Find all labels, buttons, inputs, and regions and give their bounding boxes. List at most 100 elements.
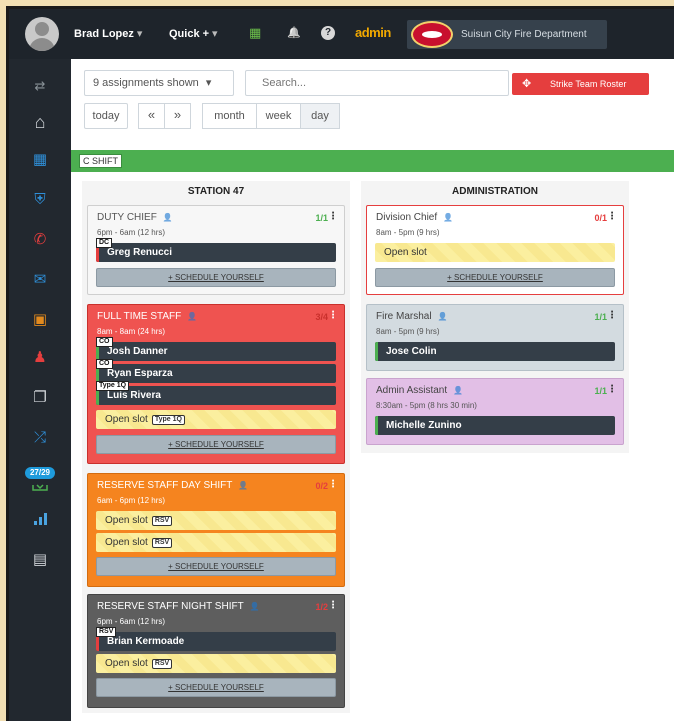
stats-icon[interactable] bbox=[34, 513, 48, 525]
open-slot-label: Open slot bbox=[105, 537, 148, 548]
group-reserve-night-shift: RESERVE STAFF NIGHT SHIFT 👤 1/2 ⋮ 6pm - 6… bbox=[87, 594, 345, 708]
group-duty-chief: DUTY CHIEF 👤 1/1 ⋮ 6pm - 6am (12 hrs) DC … bbox=[87, 205, 345, 295]
group-title-text: RESERVE STAFF NIGHT SHIFT bbox=[97, 601, 244, 612]
group-title: Admin Assistant 👤 bbox=[376, 385, 463, 396]
assignments-label: 9 assignments shown bbox=[93, 77, 199, 89]
role-tag: Type 1Q bbox=[96, 381, 130, 391]
prev-button[interactable]: « bbox=[138, 103, 165, 129]
person-name: Brian Kermoade bbox=[107, 636, 185, 647]
shuffle-icon[interactable]: ⤮ bbox=[9, 429, 71, 447]
bell-icon[interactable]: 🔔 bbox=[287, 25, 301, 41]
assigned-slot[interactable]: Luis Rivera bbox=[96, 386, 336, 405]
group-title-text: Admin Assistant bbox=[376, 385, 448, 396]
open-slot-label: Open slot bbox=[105, 515, 148, 526]
qualification-tag: RSV bbox=[151, 516, 173, 526]
schedule-yourself-button[interactable]: + SCHEDULE YOURSELF bbox=[96, 268, 336, 287]
open-slot[interactable]: Open slot RSV bbox=[96, 654, 336, 673]
person-name: Michelle Zunino bbox=[386, 420, 462, 431]
group-title: DUTY CHIEF 👤 bbox=[97, 212, 173, 223]
person-add-icon[interactable]: 👤 bbox=[163, 213, 173, 222]
group-title-text: FULL TIME STAFF bbox=[97, 311, 182, 322]
transfer-icon[interactable]: ⇄ bbox=[9, 77, 71, 95]
assigned-slot[interactable]: Brian Kermoade bbox=[96, 632, 336, 651]
briefcase-icon[interactable]: ▣ bbox=[9, 311, 71, 329]
next-button[interactable]: » bbox=[164, 103, 191, 129]
phone-icon[interactable]: ✆ bbox=[9, 231, 71, 249]
schedule-yourself-button[interactable]: + SCHEDULE YOURSELF bbox=[96, 435, 336, 454]
group-count: 3/4 bbox=[315, 312, 328, 322]
pending-badge[interactable]: 27/29 bbox=[25, 467, 55, 479]
assignments-dropdown[interactable]: 9 assignments shown ▾ bbox=[84, 70, 234, 96]
help-icon[interactable]: ? bbox=[321, 26, 335, 40]
menu-icon[interactable]: ⋮ bbox=[607, 384, 617, 395]
menu-icon[interactable]: ⋮ bbox=[328, 211, 338, 222]
menu-icon[interactable]: ⋮ bbox=[607, 310, 617, 321]
menu-icon[interactable]: ⋮ bbox=[328, 479, 338, 490]
mail-icon[interactable]: ✉ bbox=[9, 271, 71, 289]
group-hours: 8am - 5pm (9 hrs) bbox=[376, 327, 440, 336]
home-icon[interactable]: ⌂ bbox=[9, 113, 71, 131]
assigned-slot[interactable]: Jose Colin bbox=[375, 342, 615, 361]
group-title: FULL TIME STAFF 👤 bbox=[97, 311, 197, 322]
group-hours: 8am - 5pm (9 hrs) bbox=[376, 228, 440, 237]
assigned-slot[interactable]: Ryan Esparza bbox=[96, 364, 336, 383]
person-add-icon[interactable]: 👤 bbox=[443, 213, 453, 222]
strike-team-roster-button[interactable]: ✥ Strike Team Roster bbox=[512, 73, 649, 95]
admin-link[interactable]: admin bbox=[355, 25, 391, 40]
user-remove-icon[interactable]: ♟ bbox=[9, 349, 71, 367]
avatar-head bbox=[35, 22, 49, 36]
person-add-icon[interactable]: 👤 bbox=[238, 481, 248, 490]
person-add-icon[interactable]: 👤 bbox=[453, 386, 463, 395]
inbox-tray-icon bbox=[32, 484, 48, 491]
open-slot[interactable]: Open slot RSV bbox=[96, 533, 336, 552]
assigned-slot[interactable]: Michelle Zunino bbox=[375, 416, 615, 435]
avatar[interactable] bbox=[25, 17, 59, 51]
menu-icon[interactable]: ⋮ bbox=[328, 310, 338, 321]
menu-icon[interactable]: ⋮ bbox=[328, 600, 338, 611]
department-seal-icon bbox=[411, 21, 453, 48]
group-reserve-day-shift: RESERVE STAFF DAY SHIFT 👤 0/2 ⋮ 6am - 6pm… bbox=[87, 473, 345, 587]
user-menu[interactable]: Brad Lopez ▾ bbox=[74, 27, 142, 40]
person-add-icon[interactable]: 👤 bbox=[438, 312, 448, 321]
assigned-slot[interactable]: Greg Renucci bbox=[96, 243, 336, 262]
user-menu-caret: ▾ bbox=[136, 28, 143, 40]
group-division-chief: Division Chief 👤 0/1 ⋮ 8am - 5pm (9 hrs) … bbox=[366, 205, 624, 295]
day-view-button[interactable]: day bbox=[300, 103, 340, 129]
person-name: Jose Colin bbox=[386, 346, 437, 357]
tray-icon[interactable] bbox=[9, 480, 71, 498]
department-switcher[interactable]: Suisun City Fire Department bbox=[407, 20, 607, 49]
group-title-text: DUTY CHIEF bbox=[97, 212, 157, 223]
person-name: Greg Renucci bbox=[107, 247, 173, 258]
copy-icon[interactable]: ❐ bbox=[9, 389, 71, 407]
shift-label: C SHIFT bbox=[79, 154, 122, 168]
open-slot[interactable]: Open slot RSV bbox=[96, 511, 336, 530]
open-slot-label: Open slot bbox=[384, 247, 427, 258]
group-hours: 8am - 8am (24 hrs) bbox=[97, 327, 166, 336]
week-view-button[interactable]: week bbox=[256, 103, 301, 129]
schedule-yourself-button[interactable]: + SCHEDULE YOURSELF bbox=[96, 678, 336, 697]
report-icon[interactable]: ▤ bbox=[9, 551, 71, 569]
menu-icon[interactable]: ⋮ bbox=[607, 211, 617, 222]
group-title: Fire Marshal 👤 bbox=[376, 311, 448, 322]
schedule-icon[interactable]: ▦ bbox=[9, 151, 71, 169]
shield-icon[interactable]: ⛨ bbox=[9, 191, 71, 209]
search-input[interactable] bbox=[245, 70, 509, 96]
person-name: Ryan Esparza bbox=[107, 368, 173, 379]
role-tag: DC bbox=[96, 238, 113, 248]
today-button[interactable]: today bbox=[84, 103, 128, 129]
calendar-icon[interactable]: ▦ bbox=[249, 25, 261, 41]
open-slot-label: Open slot bbox=[105, 414, 148, 425]
schedule-yourself-button[interactable]: + SCHEDULE YOURSELF bbox=[96, 557, 336, 576]
group-fire-marshal: Fire Marshal 👤 1/1 ⋮ 8am - 5pm (9 hrs) Jo… bbox=[366, 304, 624, 371]
open-slot[interactable]: Open slot Type 1Q bbox=[96, 410, 336, 429]
group-title-text: Division Chief bbox=[376, 212, 438, 223]
assigned-slot[interactable]: Josh Danner bbox=[96, 342, 336, 361]
month-view-button[interactable]: month bbox=[202, 103, 257, 129]
person-add-icon[interactable]: 👤 bbox=[187, 312, 197, 321]
schedule-yourself-button[interactable]: + SCHEDULE YOURSELF bbox=[375, 268, 615, 287]
group-hours: 8:30am - 5pm (8 hrs 30 min) bbox=[376, 401, 477, 410]
station-title: STATION 47 bbox=[187, 186, 245, 197]
person-add-icon[interactable]: 👤 bbox=[250, 602, 260, 611]
quick-menu[interactable]: Quick + ▾ bbox=[169, 27, 218, 40]
open-slot[interactable]: Open slot bbox=[375, 243, 615, 262]
